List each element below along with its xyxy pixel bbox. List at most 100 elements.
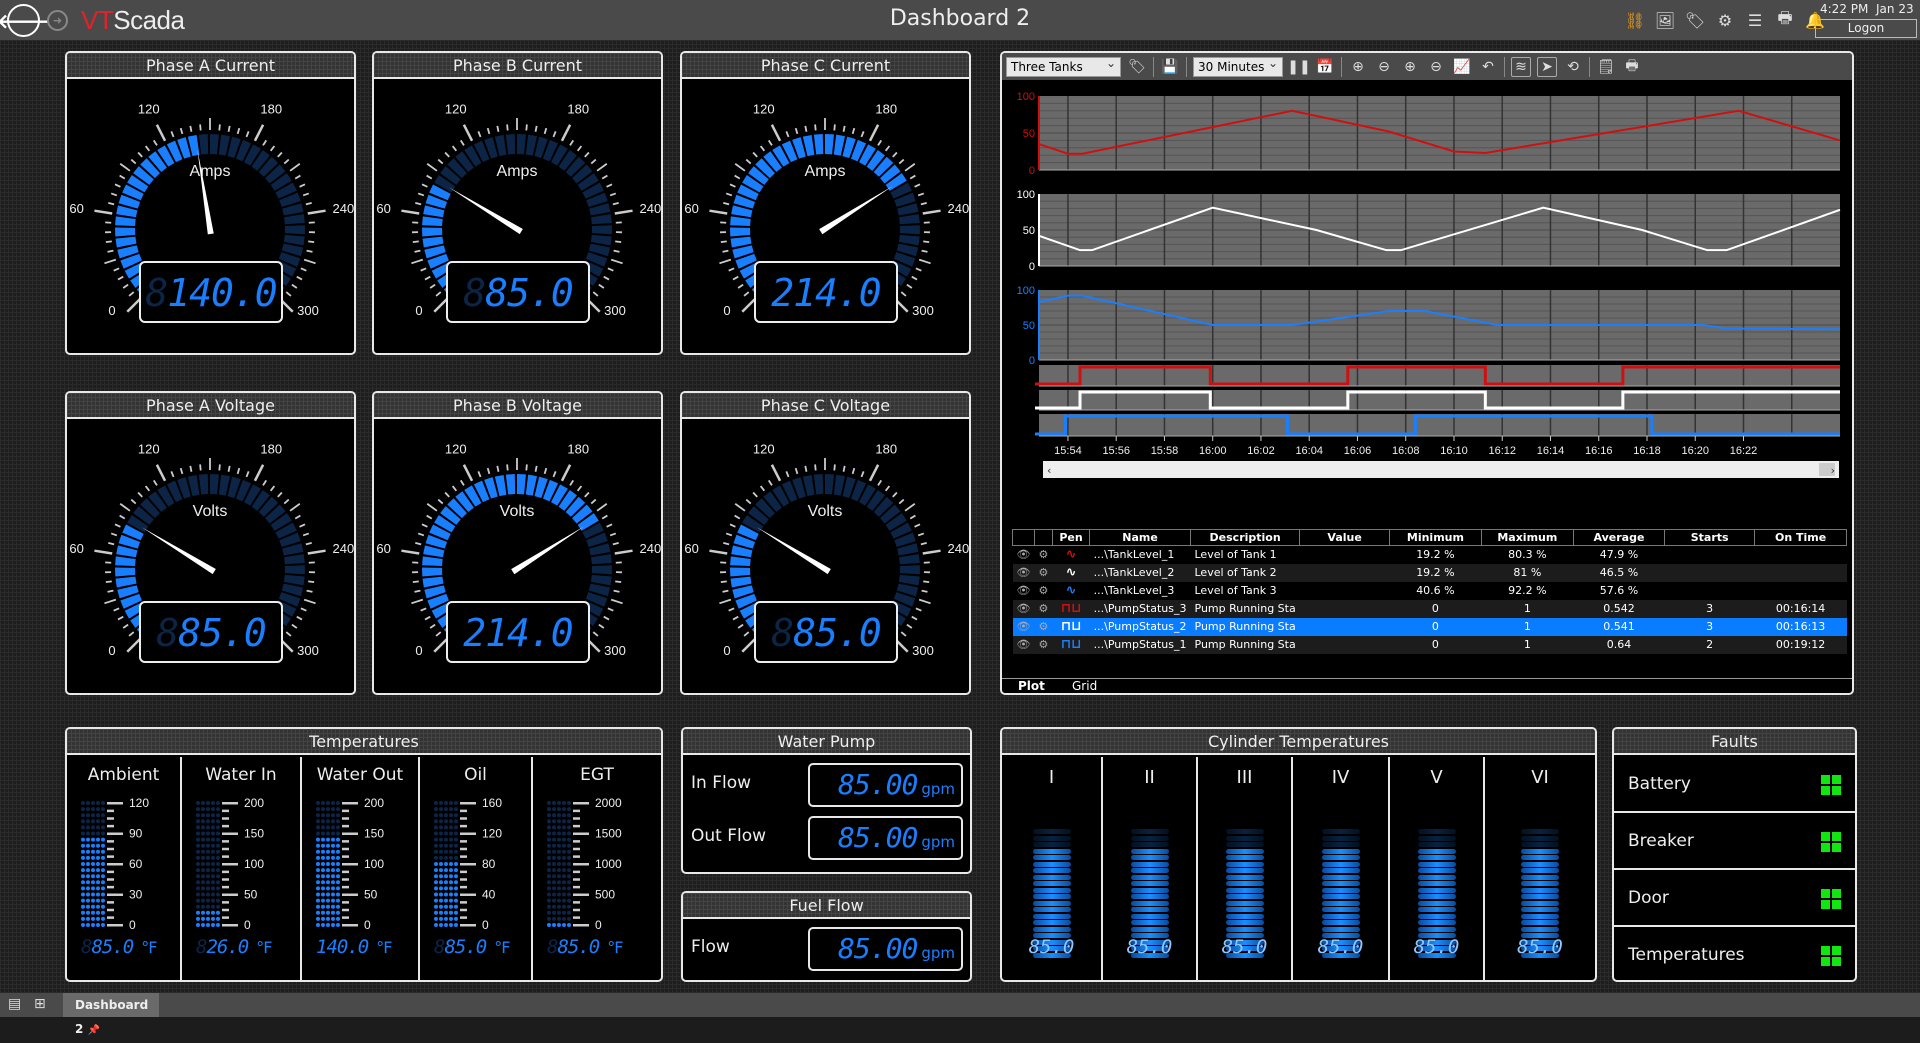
undo-zoom-icon[interactable]: ↶ [1478, 57, 1498, 77]
print-icon[interactable]: 🖶 [1622, 57, 1642, 77]
pen-row[interactable]: 👁⚙⊓⊔...\PumpStatus_1Pump Running Sta010.… [1013, 636, 1847, 654]
list-view-icon[interactable]: ▤ [8, 996, 26, 1014]
zoom-in-icon[interactable]: ⊕ [1348, 57, 1368, 77]
visibility-icon[interactable]: 👁 [1013, 636, 1035, 654]
led-cell [1821, 775, 1830, 784]
tab-grid[interactable]: Grid [1072, 679, 1097, 695]
led-cell [1821, 946, 1830, 955]
temperature-dot [91, 856, 95, 860]
visibility-icon[interactable]: 👁 [1013, 582, 1035, 600]
settings-screen-icon[interactable]: ⚙ [1715, 10, 1735, 30]
temperature-dot [444, 801, 448, 805]
temperature-dot [454, 911, 458, 915]
column-header[interactable]: Description [1191, 530, 1300, 546]
column-header[interactable]: Pen [1052, 530, 1089, 546]
visibility-icon[interactable]: 👁 [1013, 564, 1035, 582]
calendar-icon[interactable]: 📅 [1315, 57, 1335, 77]
pin-icon[interactable]: 📌 [88, 1025, 100, 1036]
temperature-dot [434, 807, 438, 811]
tab-plot[interactable]: Plot [1018, 679, 1045, 695]
tag-icon[interactable]: 🏷 [1685, 10, 1705, 30]
temperature-dot [206, 850, 210, 854]
column-header[interactable]: Maximum [1481, 530, 1573, 546]
column-header[interactable] [1034, 530, 1052, 546]
zoom-out-icon[interactable]: ⊖ [1374, 57, 1394, 77]
scroll-left-icon[interactable]: ‹ [1047, 464, 1051, 477]
tab-dashboard-2[interactable]: Dashboard 2 📌 [63, 993, 159, 1017]
gear-icon[interactable]: ⚙ [1034, 636, 1052, 654]
temperature-dot [434, 923, 438, 927]
gauge-tick [255, 465, 263, 481]
temperature-dot [91, 868, 95, 872]
gauge-segment [210, 474, 219, 494]
fault-row: Breaker [1614, 814, 1855, 870]
gauge-tick [921, 543, 927, 544]
temperature-dot [201, 856, 205, 860]
led-cell [1832, 889, 1841, 898]
column-header[interactable]: Minimum [1390, 530, 1482, 546]
zoom-in-vertical-icon[interactable]: ⊕ [1400, 57, 1420, 77]
column-header[interactable]: Value [1300, 530, 1390, 546]
gear-icon[interactable]: ⚙ [1034, 546, 1052, 564]
visibility-icon[interactable]: 👁 [1013, 546, 1035, 564]
temperature-dot [316, 862, 320, 866]
temperature-dot [444, 886, 448, 890]
pen-row[interactable]: 👁⚙∿...\TankLevel_3Level of Tank 340.6 %9… [1013, 582, 1847, 600]
gear-icon[interactable]: ⚙ [1034, 564, 1052, 582]
cylinder-segment [1521, 888, 1559, 893]
pen-row[interactable]: 👁⚙⊓⊔...\PumpStatus_3Pump Running Sta010.… [1013, 600, 1847, 618]
column-header[interactable]: Average [1573, 530, 1664, 546]
temperature-dot [454, 917, 458, 921]
gauge-tick [497, 466, 498, 472]
tile-view-icon[interactable]: ⊞ [34, 996, 52, 1014]
stacked-plots-icon[interactable]: ≋ [1511, 57, 1531, 77]
temperature-dot [326, 813, 330, 817]
save-icon[interactable]: 💾 [1160, 57, 1180, 77]
visibility-icon[interactable]: 👁 [1013, 600, 1035, 618]
x-tick-label: 16:22 [1730, 445, 1758, 457]
temperature-dot [216, 886, 220, 890]
gear-icon[interactable]: ⚙ [1034, 618, 1052, 636]
cylinder-segment [1418, 901, 1456, 906]
pause-icon[interactable]: ❚❚ [1289, 57, 1309, 77]
pen-row[interactable]: 👁⚙⊓⊔...\PumpStatus_2Pump Running Sta010.… [1013, 618, 1847, 636]
pen-row[interactable]: 👁⚙∿...\TankLevel_2Level of Tank 219.2 %8… [1013, 564, 1847, 582]
reset-scale-icon[interactable]: ⟲ [1563, 57, 1583, 77]
temperature-tick [342, 833, 358, 836]
gauge-tick [615, 211, 633, 214]
cylinder-segment [1418, 862, 1456, 867]
image-edit-icon[interactable]: 🖼 [1655, 10, 1675, 30]
pen-group-select[interactable]: Three Tanks [1006, 57, 1121, 77]
temperature-tick-label: 100 [364, 857, 384, 871]
tag-add-icon[interactable]: 🏷 [1127, 57, 1147, 77]
time-range-select[interactable]: 30 Minutes [1193, 57, 1283, 77]
print-icon[interactable]: 🖶 [1775, 10, 1795, 30]
zoom-out-vertical-icon[interactable]: ⊖ [1426, 57, 1446, 77]
horizontal-scrollbar[interactable] [1043, 461, 1839, 478]
temperature-dot [321, 874, 325, 878]
led-cell [1832, 786, 1841, 795]
visibility-icon[interactable]: 👁 [1013, 618, 1035, 636]
add-list-icon[interactable]: ☰ [1745, 10, 1765, 30]
link-broken-icon[interactable]: ⛓ [1625, 10, 1645, 30]
pen-row[interactable]: 👁⚙∿...\TankLevel_1Level of Tank 119.2 %8… [1013, 546, 1847, 564]
gear-icon[interactable]: ⚙ [1034, 582, 1052, 600]
chart-scale-icon[interactable]: 📈 [1452, 57, 1472, 77]
column-header[interactable]: On Time [1755, 530, 1847, 546]
cursor-icon[interactable]: ➤ [1537, 57, 1557, 77]
temperature-dot [91, 801, 95, 805]
gauge-segment [899, 214, 920, 224]
column-header[interactable]: Starts [1665, 530, 1755, 546]
scroll-right-icon[interactable]: › [1831, 464, 1835, 477]
gear-icon[interactable]: ⚙ [1034, 600, 1052, 618]
trend-plot[interactable]: 10050010050010050015:5415:5615:5816:0016… [1002, 80, 1852, 525]
cylinder-segment [1418, 829, 1456, 834]
notes-add-icon[interactable]: 🗒 [1596, 57, 1616, 77]
column-header[interactable] [1013, 530, 1035, 546]
column-header[interactable]: Name [1090, 530, 1191, 546]
gauge-tick-label: 180 [567, 442, 589, 457]
cylinder-segment [1521, 855, 1559, 860]
temperature-dot [101, 880, 105, 884]
logon-button[interactable]: Logon [1815, 19, 1917, 38]
gauge-needle [511, 526, 584, 574]
